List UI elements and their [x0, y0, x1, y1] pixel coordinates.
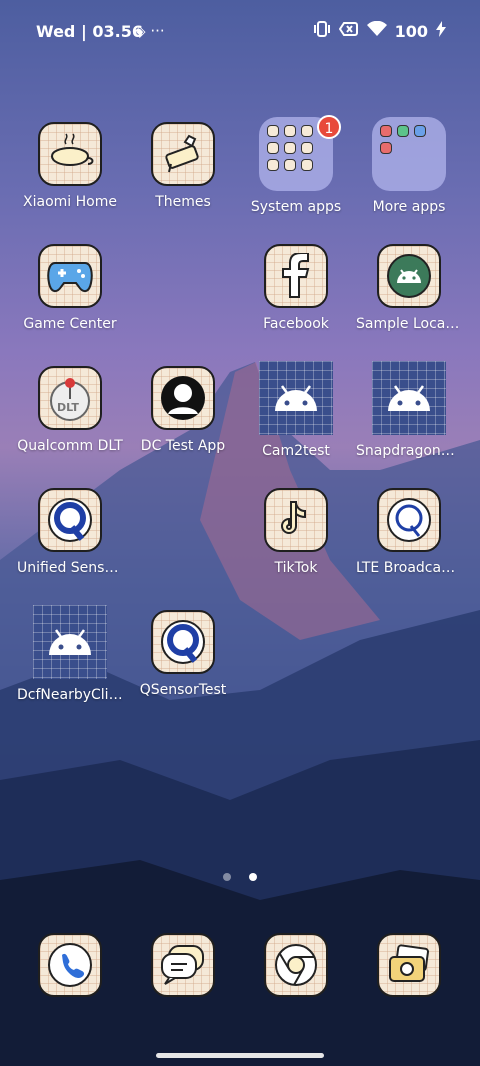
app-label: Cam2test	[262, 443, 330, 459]
page-indicator[interactable]	[0, 866, 480, 885]
app-label: DC Test App	[140, 438, 226, 454]
app-xiaomi-home[interactable]: Xiaomi Home	[15, 122, 125, 232]
status-time: Wed | 03.56	[36, 22, 143, 41]
qualcomm-dlt-icon: DLT	[38, 366, 102, 430]
gallery-icon	[377, 933, 441, 997]
app-label: Sample Locati…	[356, 316, 464, 332]
app-unified-sensor[interactable]: Unified Sensor …	[15, 488, 125, 598]
status-left-icons: ◈ ···	[134, 22, 165, 40]
phone-icon	[38, 933, 102, 997]
app-tiktok[interactable]: TikTok	[241, 488, 351, 598]
facebook-icon	[264, 244, 328, 308]
themes-icon	[151, 122, 215, 186]
app-label: System apps	[250, 199, 342, 215]
folder-icon	[372, 117, 446, 191]
app-label: More apps	[372, 199, 446, 215]
app-dcf-nearby-client[interactable]: DcfNearbyClie…	[15, 605, 125, 720]
app-themes[interactable]: Themes	[128, 122, 238, 232]
battery-level: 100	[394, 21, 428, 41]
tiktok-icon	[264, 488, 328, 552]
app-qualcomm-dlt[interactable]: DLT Qualcomm DLT	[15, 366, 125, 476]
status-bar: Wed | 03.56 ◈ ··· 100	[0, 0, 480, 62]
app-sample-location[interactable]: Sample Locati…	[354, 244, 464, 354]
android-icon	[372, 361, 446, 435]
charging-icon	[436, 21, 446, 41]
app-qsensor-test[interactable]: QSensorTest	[128, 610, 238, 720]
app-facebook[interactable]: Facebook	[241, 244, 351, 354]
messages-icon	[151, 933, 215, 997]
android-icon	[377, 244, 441, 308]
app-label: DcfNearbyClie…	[17, 687, 125, 703]
app-label: LTE Broadcast …	[356, 560, 464, 576]
qualcomm-q-icon	[151, 610, 215, 674]
app-game-center[interactable]: Game Center	[15, 244, 125, 354]
app-lte-broadcast[interactable]: LTE Broadcast …	[354, 488, 464, 598]
dock-chrome[interactable]	[264, 933, 328, 997]
no-sim-icon	[338, 21, 359, 41]
game-controller-icon	[38, 244, 102, 308]
app-label: Game Center	[23, 316, 117, 332]
app-label: SnapdragonSD…	[356, 443, 464, 459]
app-label: TikTok	[274, 560, 318, 576]
page-dot[interactable]	[223, 873, 232, 881]
user-avatar-icon	[151, 366, 215, 430]
qualcomm-q-icon	[377, 488, 441, 552]
xiaomi-home-icon	[38, 122, 102, 186]
wifi-icon	[366, 20, 387, 41]
app-label: Unified Sensor …	[17, 560, 125, 576]
qualcomm-q-icon	[38, 488, 102, 552]
android-icon	[33, 605, 107, 679]
more-notifications: ···	[150, 22, 165, 40]
app-label: QSensorTest	[139, 682, 227, 698]
app-label: Qualcomm DLT	[17, 438, 123, 454]
status-right-icons: 100	[313, 20, 446, 41]
dock-gallery[interactable]	[377, 933, 441, 997]
notification-badge: 1	[317, 115, 341, 139]
app-label: Xiaomi Home	[23, 194, 117, 210]
app-label: Facebook	[263, 316, 329, 332]
page-dot-active[interactable]	[248, 873, 257, 881]
app-label: Themes	[155, 194, 211, 210]
chrome-icon	[264, 933, 328, 997]
android-icon	[259, 361, 333, 435]
dock-messages[interactable]	[151, 933, 215, 997]
app-snapdragon-sd[interactable]: SnapdragonSD…	[354, 361, 464, 476]
app-cam2test[interactable]: Cam2test	[241, 361, 351, 476]
gesture-bar[interactable]	[156, 1053, 324, 1058]
vibrate-icon	[313, 21, 331, 41]
svg-text:DLT: DLT	[57, 401, 79, 414]
folder-system-apps[interactable]: 1 System apps	[241, 115, 351, 232]
dock-phone[interactable]	[38, 933, 102, 997]
diamond-notification-icon: ◈	[134, 22, 146, 40]
app-dc-test[interactable]: DC Test App	[128, 366, 238, 476]
folder-more-apps[interactable]: More apps	[354, 117, 464, 232]
